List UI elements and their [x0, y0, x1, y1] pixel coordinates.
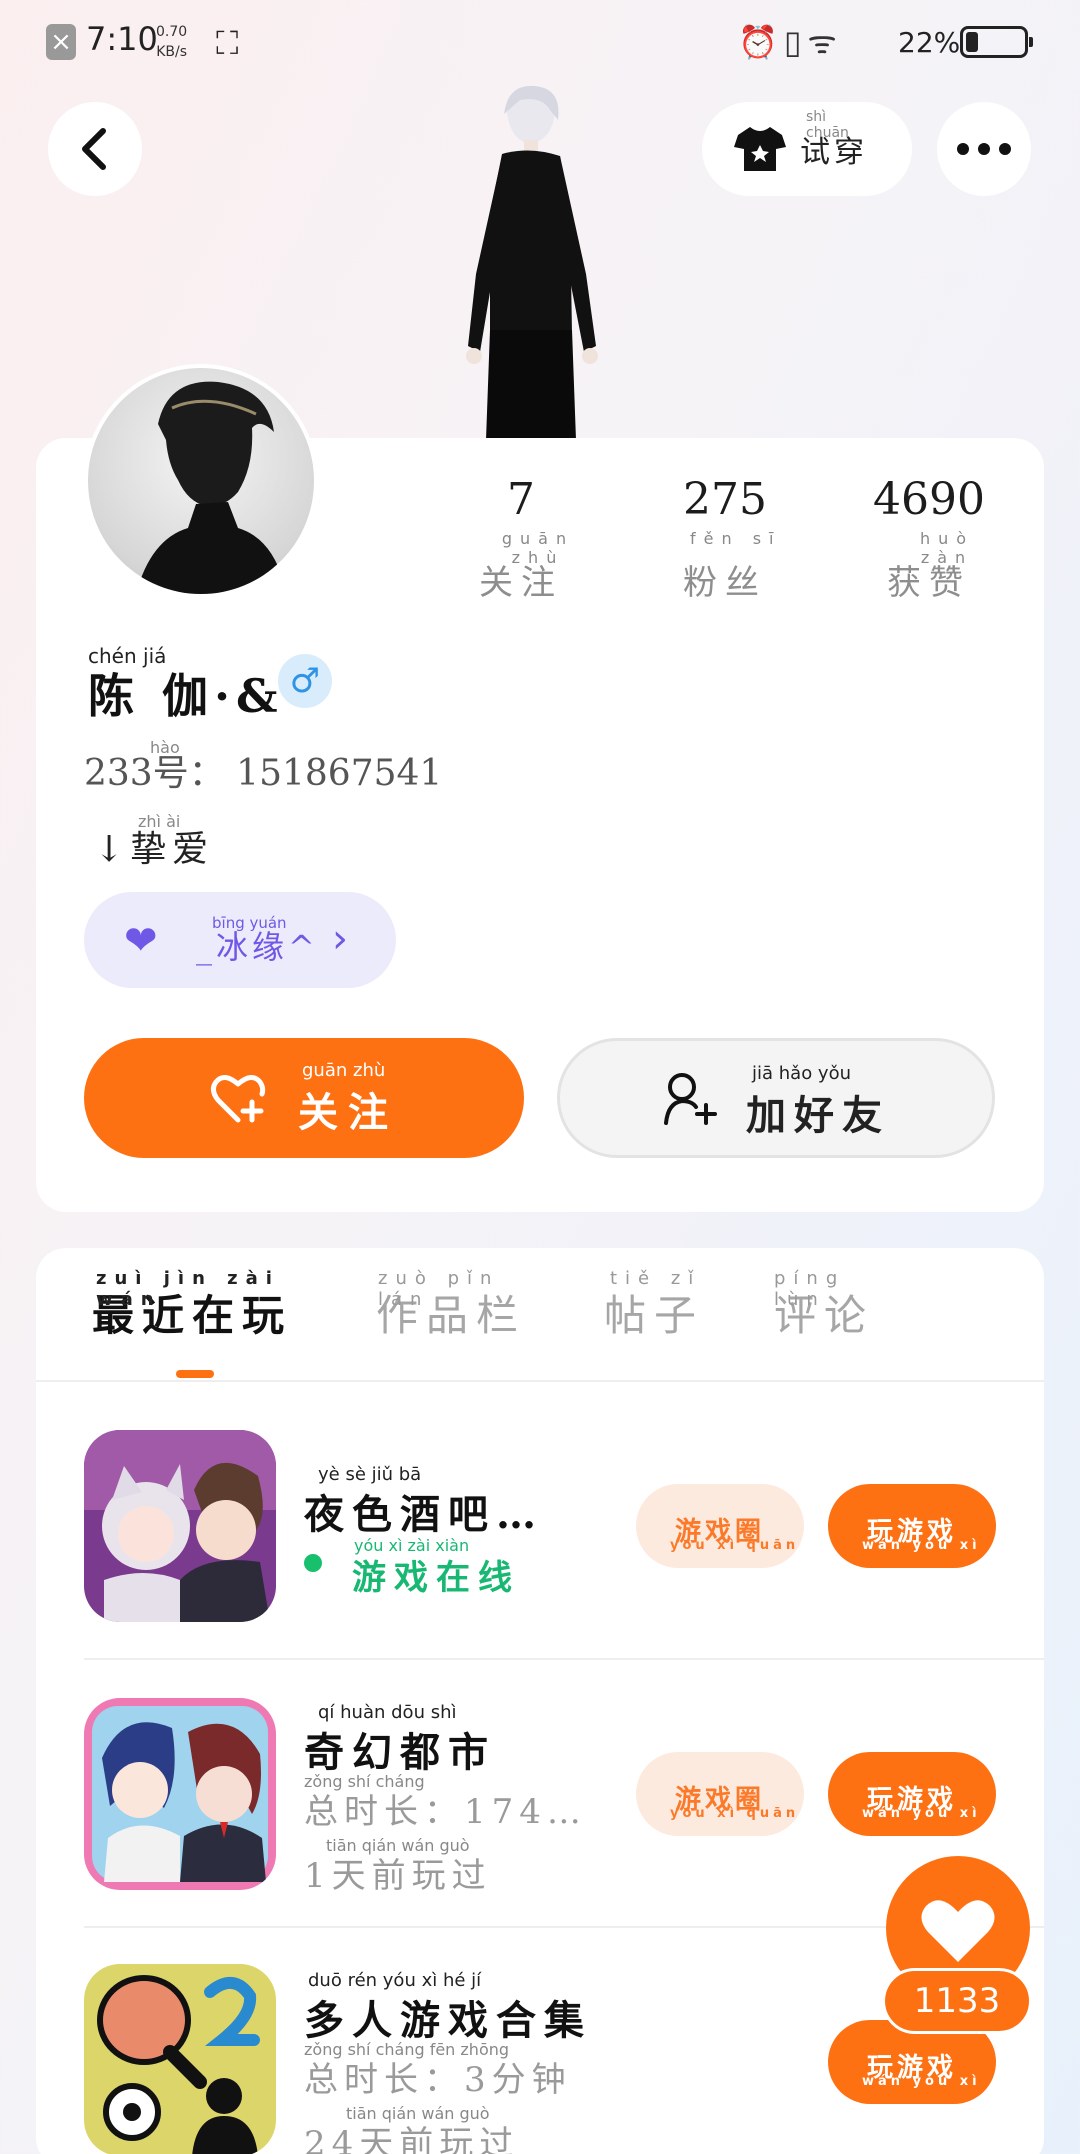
tab-posts[interactable]: tiě zǐ 帖子: [604, 1268, 704, 1343]
game-circle-button[interactable]: yóu xì quān 游戏圈: [636, 1484, 804, 1568]
back-button[interactable]: [48, 102, 142, 196]
shirt-icon: [734, 127, 786, 171]
game-title: 奇幻都市: [304, 1729, 496, 1776]
male-gender-icon: ♂: [278, 654, 332, 708]
like-count: 1133: [882, 1968, 1032, 2034]
status-bar: × 7:10 0.70 KB/s ⛶ ⏰▯ᯤ 22%: [0, 20, 1080, 68]
stat-fans[interactable]: 275 fěn sī 粉丝: [650, 474, 800, 604]
double-heart-icon: ❤: [124, 918, 158, 964]
game-icon-fantasy-city[interactable]: [84, 1698, 276, 1890]
stat-likes[interactable]: 4690 huò zàn 获赞: [854, 474, 1004, 604]
battery-percent: 22%: [898, 26, 961, 59]
status-icons: ⏰▯ᯤ: [738, 23, 843, 61]
list-divider: [84, 1658, 1044, 1660]
add-friend-label: 加好友: [746, 1092, 890, 1139]
game-last-played: 1天前玩过: [304, 1856, 492, 1896]
game-online-status: 游戏在线: [352, 1558, 520, 1598]
heart-icon: [921, 1900, 995, 1962]
game-title: 多人游戏合集: [304, 1997, 592, 2044]
tab-recently-played[interactable]: zuì jìn zài wán 最近在玩: [92, 1268, 292, 1343]
play-game-button[interactable]: wán yóu xì 玩游戏: [828, 1484, 996, 1568]
add-user-icon: [664, 1073, 717, 1125]
stat-following[interactable]: 7 guān zhù 关注: [446, 474, 596, 604]
avatar[interactable]: [84, 364, 318, 598]
game-play-duration: 总时长：3分钟: [304, 2060, 572, 2100]
user-name: 陈 伽·&: [88, 669, 284, 723]
game-icon-night-bar[interactable]: [84, 1430, 276, 1622]
notification-icon: ×: [46, 24, 76, 60]
chevron-left-icon: [82, 128, 106, 170]
game-icon-multiplayer[interactable]: [84, 1964, 276, 2154]
screenshot-icon: ⛶: [216, 24, 239, 62]
heart-plus-icon: [210, 1075, 266, 1123]
add-friend-button[interactable]: jiā hǎo yǒu 加好友: [557, 1038, 995, 1158]
avatar-silhouette-image: [136, 381, 287, 594]
more-button[interactable]: [937, 102, 1031, 196]
tab-divider: [36, 1380, 1044, 1382]
signature: ↓挚爱: [94, 829, 215, 870]
tab-works[interactable]: zuò pǐn lán 作品栏: [376, 1268, 526, 1343]
user-id: 233号： 151867541: [84, 753, 443, 794]
follow-button[interactable]: guān zhù 关注: [84, 1038, 524, 1158]
tab-active-indicator: [176, 1370, 214, 1378]
online-status-dot: [304, 1554, 322, 1572]
chevron-right-icon: ›: [332, 916, 348, 962]
avatar-character-image: [466, 85, 598, 440]
network-speed: 0.70 KB/s: [156, 24, 188, 60]
bond-partner-button[interactable]: ❤ bīng yuán _冰缘^ ›: [84, 892, 396, 988]
more-dots-icon: [957, 143, 1011, 155]
try-on-label: shì chuān 试穿: [800, 109, 868, 170]
game-circle-button[interactable]: yóu xì quān 游戏圈: [636, 1752, 804, 1836]
follow-label: 关注: [298, 1089, 398, 1136]
game-play-duration: 总时长：174…: [304, 1792, 587, 1832]
bond-partner-name: _冰缘^: [196, 928, 319, 966]
battery-icon: [960, 26, 1033, 58]
tab-comments[interactable]: píng lùn 评论: [774, 1268, 874, 1343]
try-on-button[interactable]: shì chuān 试穿: [702, 102, 912, 196]
game-title: 夜色酒吧…: [304, 1491, 544, 1538]
status-time: 7:10: [86, 20, 158, 58]
play-game-button[interactable]: wán yóu xì 玩游戏: [828, 1752, 996, 1836]
game-last-played: 24天前玩过: [304, 2124, 520, 2154]
